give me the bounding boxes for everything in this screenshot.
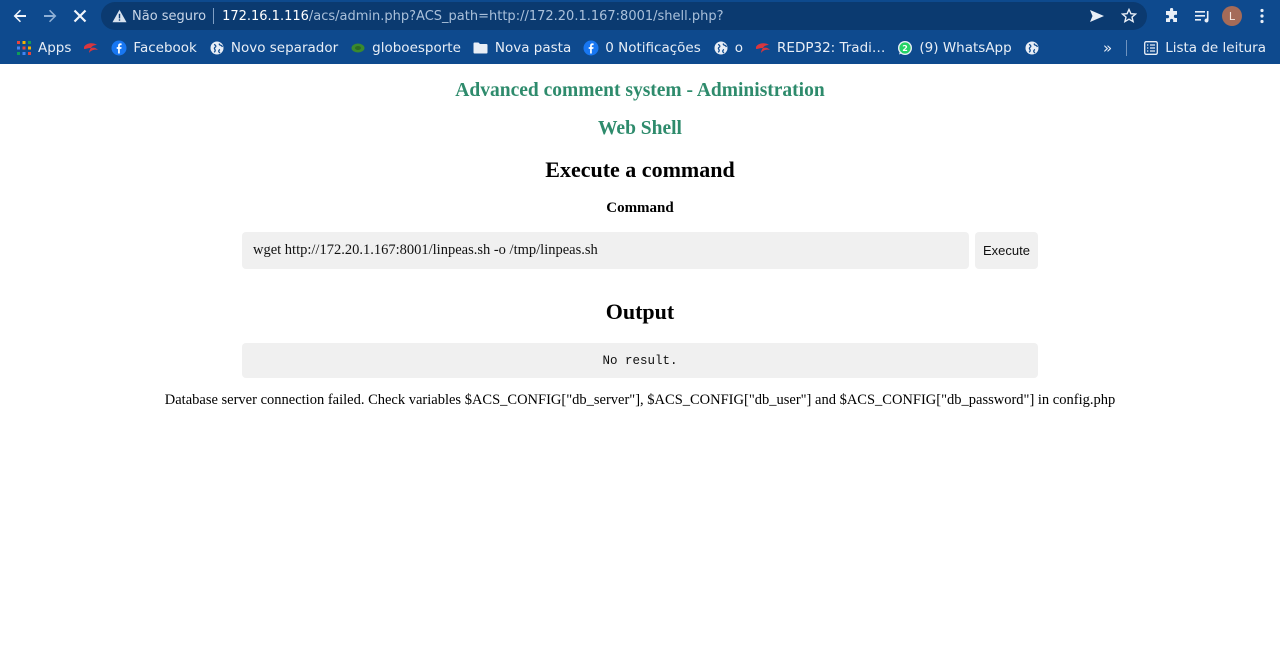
facebook-icon bbox=[111, 40, 127, 56]
close-icon bbox=[73, 9, 87, 23]
forward-button[interactable] bbox=[35, 2, 65, 30]
globoesporte-icon bbox=[350, 40, 366, 56]
browser-toolbar: Não seguro 172.16.1.116/acs/admin.php?AC… bbox=[0, 0, 1280, 32]
bookmark-label: globoesporte bbox=[372, 40, 461, 56]
bookmark-label: 0 Notificações bbox=[605, 40, 701, 56]
app-title: Advanced comment system - Administration bbox=[455, 80, 825, 101]
globe-icon bbox=[209, 40, 225, 56]
apps-grid-icon bbox=[16, 40, 32, 56]
url-text[interactable]: 172.16.1.116/acs/admin.php?ACS_path=http… bbox=[222, 9, 723, 24]
bookmark-label: Facebook bbox=[133, 40, 197, 56]
bookmarks-bar: Apps Facebook Novo separador globoesport… bbox=[0, 32, 1280, 64]
extensions-puzzle-icon[interactable] bbox=[1160, 4, 1184, 28]
warning-icon[interactable] bbox=[111, 8, 127, 24]
bookmark-label: (9) WhatsApp bbox=[919, 40, 1012, 56]
bookmark-whatsapp[interactable]: 2 (9) WhatsApp bbox=[891, 34, 1017, 62]
address-bar[interactable]: Não seguro 172.16.1.116/acs/admin.php?AC… bbox=[101, 2, 1147, 30]
url-path: /acs/admin.php?ACS_path=http://172.20.1.… bbox=[308, 8, 724, 24]
bookmark-o[interactable]: o bbox=[707, 34, 749, 62]
arrow-left-icon bbox=[13, 9, 26, 23]
more-bookmarks-chevron-icon[interactable]: » bbox=[1103, 39, 1112, 57]
redp-logo-icon bbox=[83, 40, 99, 56]
arrow-right-icon bbox=[44, 9, 57, 23]
svg-text:2: 2 bbox=[903, 44, 909, 53]
bookmark-label: Nova pasta bbox=[494, 40, 572, 56]
toolbar-right: L bbox=[1160, 2, 1274, 30]
web-shell-title: Web Shell bbox=[598, 118, 682, 139]
bookmark-redp32[interactable]: REDP32: Tradi… bbox=[749, 34, 891, 62]
bookmark-apps[interactable]: Apps bbox=[10, 34, 77, 62]
bookmark-label: Novo separador bbox=[230, 40, 339, 56]
avatar: L bbox=[1222, 6, 1242, 26]
globe-icon bbox=[713, 40, 729, 56]
bookmark-redp[interactable] bbox=[77, 34, 105, 62]
bookmark-label: REDP32: Tradi… bbox=[777, 40, 886, 56]
folder-icon bbox=[473, 40, 489, 56]
output-box: No result. bbox=[242, 343, 1038, 378]
redp-logo-icon bbox=[755, 40, 771, 56]
bookmark-nova-pasta[interactable]: Nova pasta bbox=[467, 34, 577, 62]
reading-list-button[interactable]: Lista de leitura bbox=[1137, 34, 1272, 62]
bookmarks-bar-right: » Lista de leitura bbox=[1103, 34, 1272, 62]
db-error-message: Database server connection failed. Check… bbox=[164, 392, 1116, 408]
url-host: 172.16.1.116 bbox=[222, 8, 309, 24]
reading-list-label: Lista de leitura bbox=[1165, 40, 1266, 56]
output-heading: Output bbox=[605, 299, 675, 324]
bookmark-notificacoes[interactable]: 0 Notificações bbox=[577, 34, 707, 62]
bookmark-star-icon[interactable] bbox=[1117, 4, 1141, 28]
command-label: Command bbox=[606, 200, 674, 216]
security-label[interactable]: Não seguro bbox=[132, 9, 206, 24]
whatsapp-icon: 2 bbox=[897, 40, 913, 56]
globe-icon bbox=[1024, 40, 1040, 56]
stop-loading-button[interactable] bbox=[65, 2, 95, 30]
address-divider bbox=[213, 8, 215, 24]
bookmarks-divider bbox=[1126, 40, 1128, 56]
bookmark-label: Apps bbox=[38, 40, 72, 56]
address-bar-actions bbox=[1085, 2, 1141, 30]
send-tab-icon[interactable] bbox=[1085, 4, 1109, 28]
bookmark-globoesporte[interactable]: globoesporte bbox=[344, 34, 467, 62]
browser-chrome: Não seguro 172.16.1.116/acs/admin.php?AC… bbox=[0, 0, 1280, 64]
list-icon bbox=[1143, 40, 1159, 56]
back-button[interactable] bbox=[5, 2, 35, 30]
execute-heading: Execute a command bbox=[545, 157, 735, 182]
command-input[interactable] bbox=[242, 232, 969, 269]
profile-avatar[interactable]: L bbox=[1220, 4, 1244, 28]
bookmark-facebook[interactable]: Facebook bbox=[105, 34, 202, 62]
bookmark-label: o bbox=[734, 40, 744, 56]
bookmark-novo-separador[interactable]: Novo separador bbox=[203, 34, 344, 62]
menu-kebab-icon[interactable] bbox=[1250, 4, 1274, 28]
reading-list-icon[interactable] bbox=[1190, 4, 1214, 28]
bookmark-globe[interactable] bbox=[1018, 34, 1046, 62]
output-text: No result. bbox=[602, 353, 678, 368]
execute-button[interactable]: Execute bbox=[975, 232, 1038, 269]
facebook-icon bbox=[583, 40, 599, 56]
